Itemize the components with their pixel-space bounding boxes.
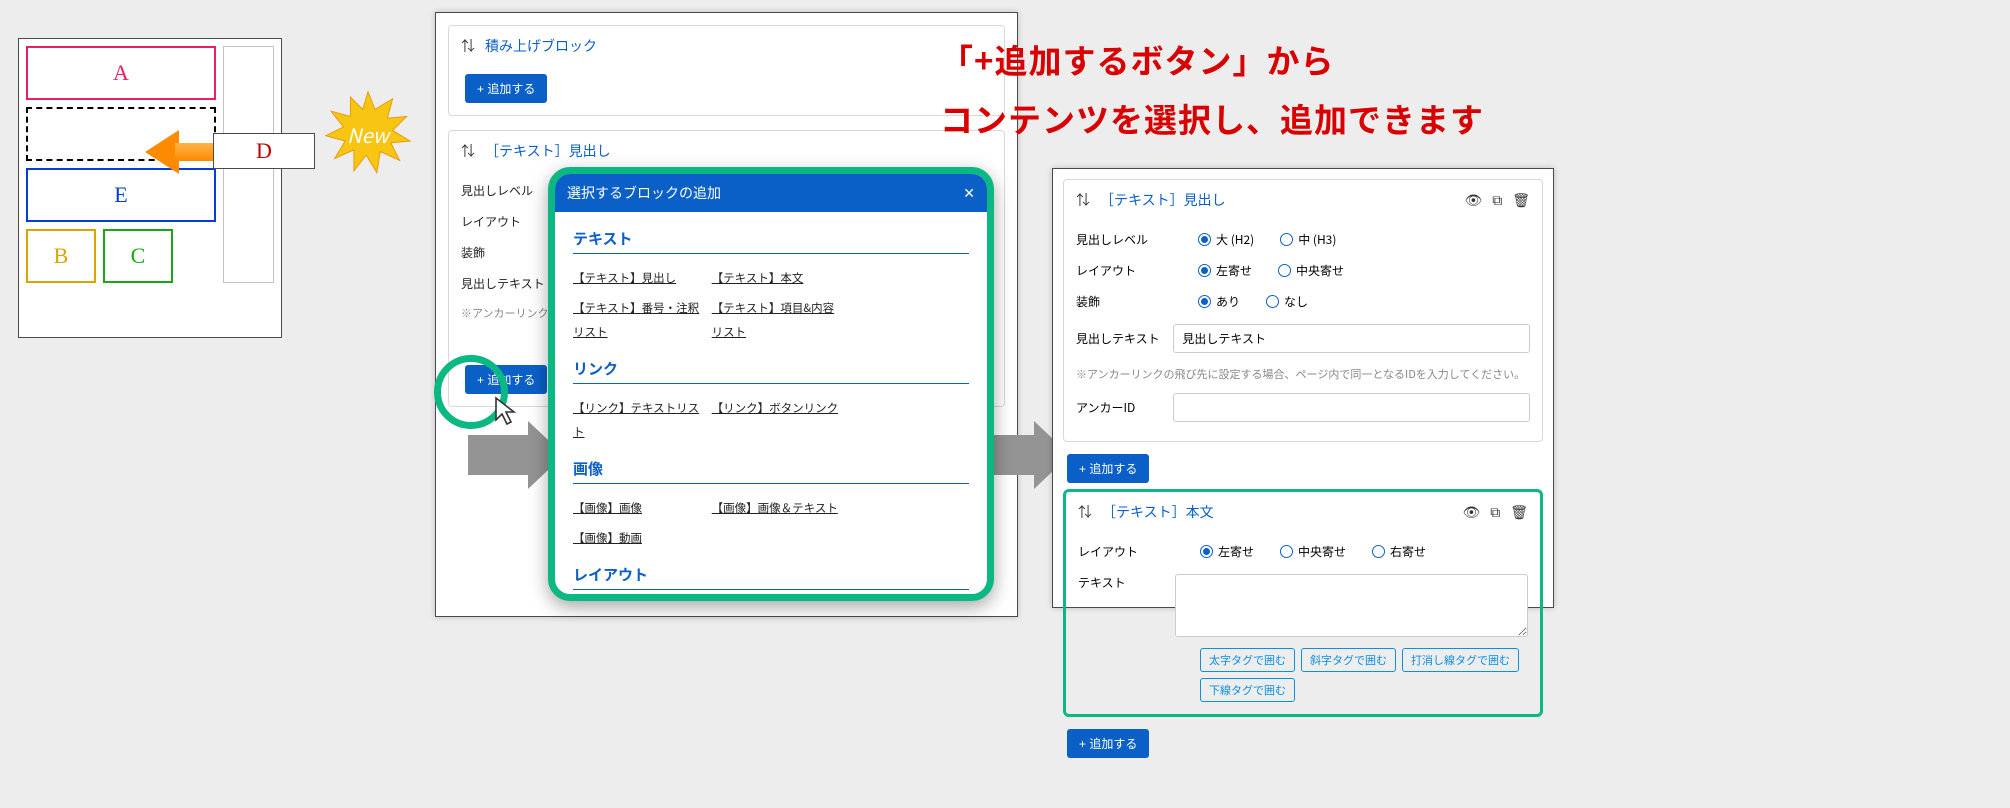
block-option-link[interactable]: 【画像】画像＆テキスト [712, 500, 838, 516]
format-chip[interactable]: 打消し線タグで囲む [1402, 648, 1519, 672]
arrow-head-icon [145, 130, 179, 174]
label-heading-level: 見出しレベル [1076, 231, 1186, 248]
block-select-modal: 選択するブロックの追加 ✕ テキスト【テキスト】見出し【テキスト】本文【テキスト… [548, 167, 994, 601]
block-option-link[interactable]: 【リンク】ボタンリンク [712, 400, 839, 416]
modal-section-title: 画像 [573, 450, 969, 484]
radio-center[interactable]: 中央寄せ [1280, 543, 1346, 560]
cursor-icon [494, 396, 522, 431]
label-decor: 装飾 [1076, 293, 1186, 310]
drag-handle-icon[interactable]: ⇅ [461, 141, 475, 161]
block-option-link[interactable]: 【画像】動画 [573, 530, 642, 546]
drag-handle-icon[interactable]: ⇅ [1076, 190, 1090, 210]
wire-block-e: E [26, 168, 216, 222]
add-button[interactable]: + 追加する [1067, 454, 1149, 483]
heading-text-input[interactable] [1173, 324, 1530, 353]
radio-decor-no[interactable]: なし [1266, 293, 1308, 310]
modal-section-title: リンク [573, 350, 969, 384]
radio-left[interactable]: 左寄せ [1200, 543, 1254, 560]
modal-section-title: レイアウト [573, 556, 969, 590]
delete-icon[interactable]: 🗑 [1512, 190, 1530, 210]
copy-icon[interactable]: ⧉ [1492, 190, 1502, 210]
block-option-link[interactable]: 【テキスト】番号・注釈リスト [573, 300, 699, 340]
visibility-icon[interactable]: 👁 [1462, 502, 1480, 522]
block-option-link[interactable]: 【テキスト】本文 [712, 270, 804, 286]
block-option-link[interactable]: 【リンク】テキストリスト [573, 400, 699, 440]
right-result-panel: ⇅ ［テキスト］見出し 👁 ⧉ 🗑 見出しレベル 大 (H2) 中 (H3) レ… [1052, 168, 1554, 608]
radio-decor-yes[interactable]: あり [1198, 293, 1240, 310]
label-anchor-id: アンカーID [1076, 399, 1161, 416]
radio-h2[interactable]: 大 (H2) [1198, 231, 1254, 248]
delete-icon[interactable]: 🗑 [1510, 502, 1528, 522]
body-text-input[interactable] [1175, 574, 1528, 637]
radio-right[interactable]: 右寄せ [1372, 543, 1426, 560]
body-card-new: ⇅ ［テキスト］本文 👁 ⧉ 🗑 レイアウト 左寄せ 中央寄せ 右寄せ テキスト… [1063, 489, 1543, 717]
wire-block-c: C [103, 229, 173, 283]
heading-card-title: ［テキスト］見出し [1100, 190, 1226, 210]
anchor-id-input[interactable] [1173, 393, 1530, 422]
drag-handle-icon[interactable]: ⇅ [1078, 502, 1092, 522]
wire-block-a: A [26, 46, 216, 100]
heading-card-title: ［テキスト］見出し [485, 141, 611, 161]
format-chip[interactable]: 斜字タグで囲む [1301, 648, 1396, 672]
drag-handle-icon[interactable]: ⇅ [461, 36, 475, 56]
radio-center[interactable]: 中央寄せ [1278, 262, 1344, 279]
anchor-note: ※アンカーリンクの飛び先に設定する場合、ページ内で同一となるIDを入力してくださ… [1076, 360, 1530, 386]
copy-icon[interactable]: ⧉ [1490, 502, 1500, 522]
block-option-link[interactable]: 【テキスト】項目&内容リスト [712, 300, 834, 340]
add-button[interactable]: + 追加する [465, 74, 547, 103]
format-chip[interactable]: 下線タグで囲む [1200, 678, 1295, 702]
add-button[interactable]: + 追加する [1067, 729, 1149, 758]
modal-title: 選択するブロックの追加 [567, 183, 721, 203]
block-option-link[interactable]: 【テキスト】見出し [573, 270, 676, 286]
label-layout: レイアウト [1078, 543, 1188, 560]
format-chip[interactable]: 太字タグで囲む [1200, 648, 1295, 672]
stack-block-card: ⇅ 積み上げブロック + 追加する [448, 25, 1005, 116]
stack-block-title: 積み上げブロック [485, 36, 597, 56]
heading-card: ⇅ ［テキスト］見出し 👁 ⧉ 🗑 見出しレベル 大 (H2) 中 (H3) レ… [1063, 179, 1543, 442]
wire-block-d-pointer: D [213, 133, 315, 169]
label-text: テキスト [1078, 574, 1163, 591]
radio-h3[interactable]: 中 (H3) [1280, 231, 1336, 248]
visibility-icon[interactable]: 👁 [1464, 190, 1482, 210]
layout-wireframe: A E B C [18, 38, 282, 338]
radio-left[interactable]: 左寄せ [1198, 262, 1252, 279]
arrow-shaft [175, 143, 215, 161]
label-layout: レイアウト [1076, 262, 1186, 279]
body-card-title: ［テキスト］本文 [1102, 502, 1214, 522]
block-option-link[interactable]: 【画像】画像 [573, 500, 642, 516]
new-burst-badge: New [324, 90, 412, 178]
modal-section-title: テキスト [573, 220, 969, 254]
close-icon[interactable]: ✕ [963, 183, 975, 203]
label-heading-text: 見出しテキスト [1076, 330, 1161, 347]
instruction-headline: 「+追加するボタン」から コンテンツを選択し、追加できます [940, 30, 1560, 149]
wire-block-b: B [26, 229, 96, 283]
modal-body: テキスト【テキスト】見出し 【テキスト】本文【テキスト】番号・注釈リスト【テキスト… [555, 212, 987, 594]
